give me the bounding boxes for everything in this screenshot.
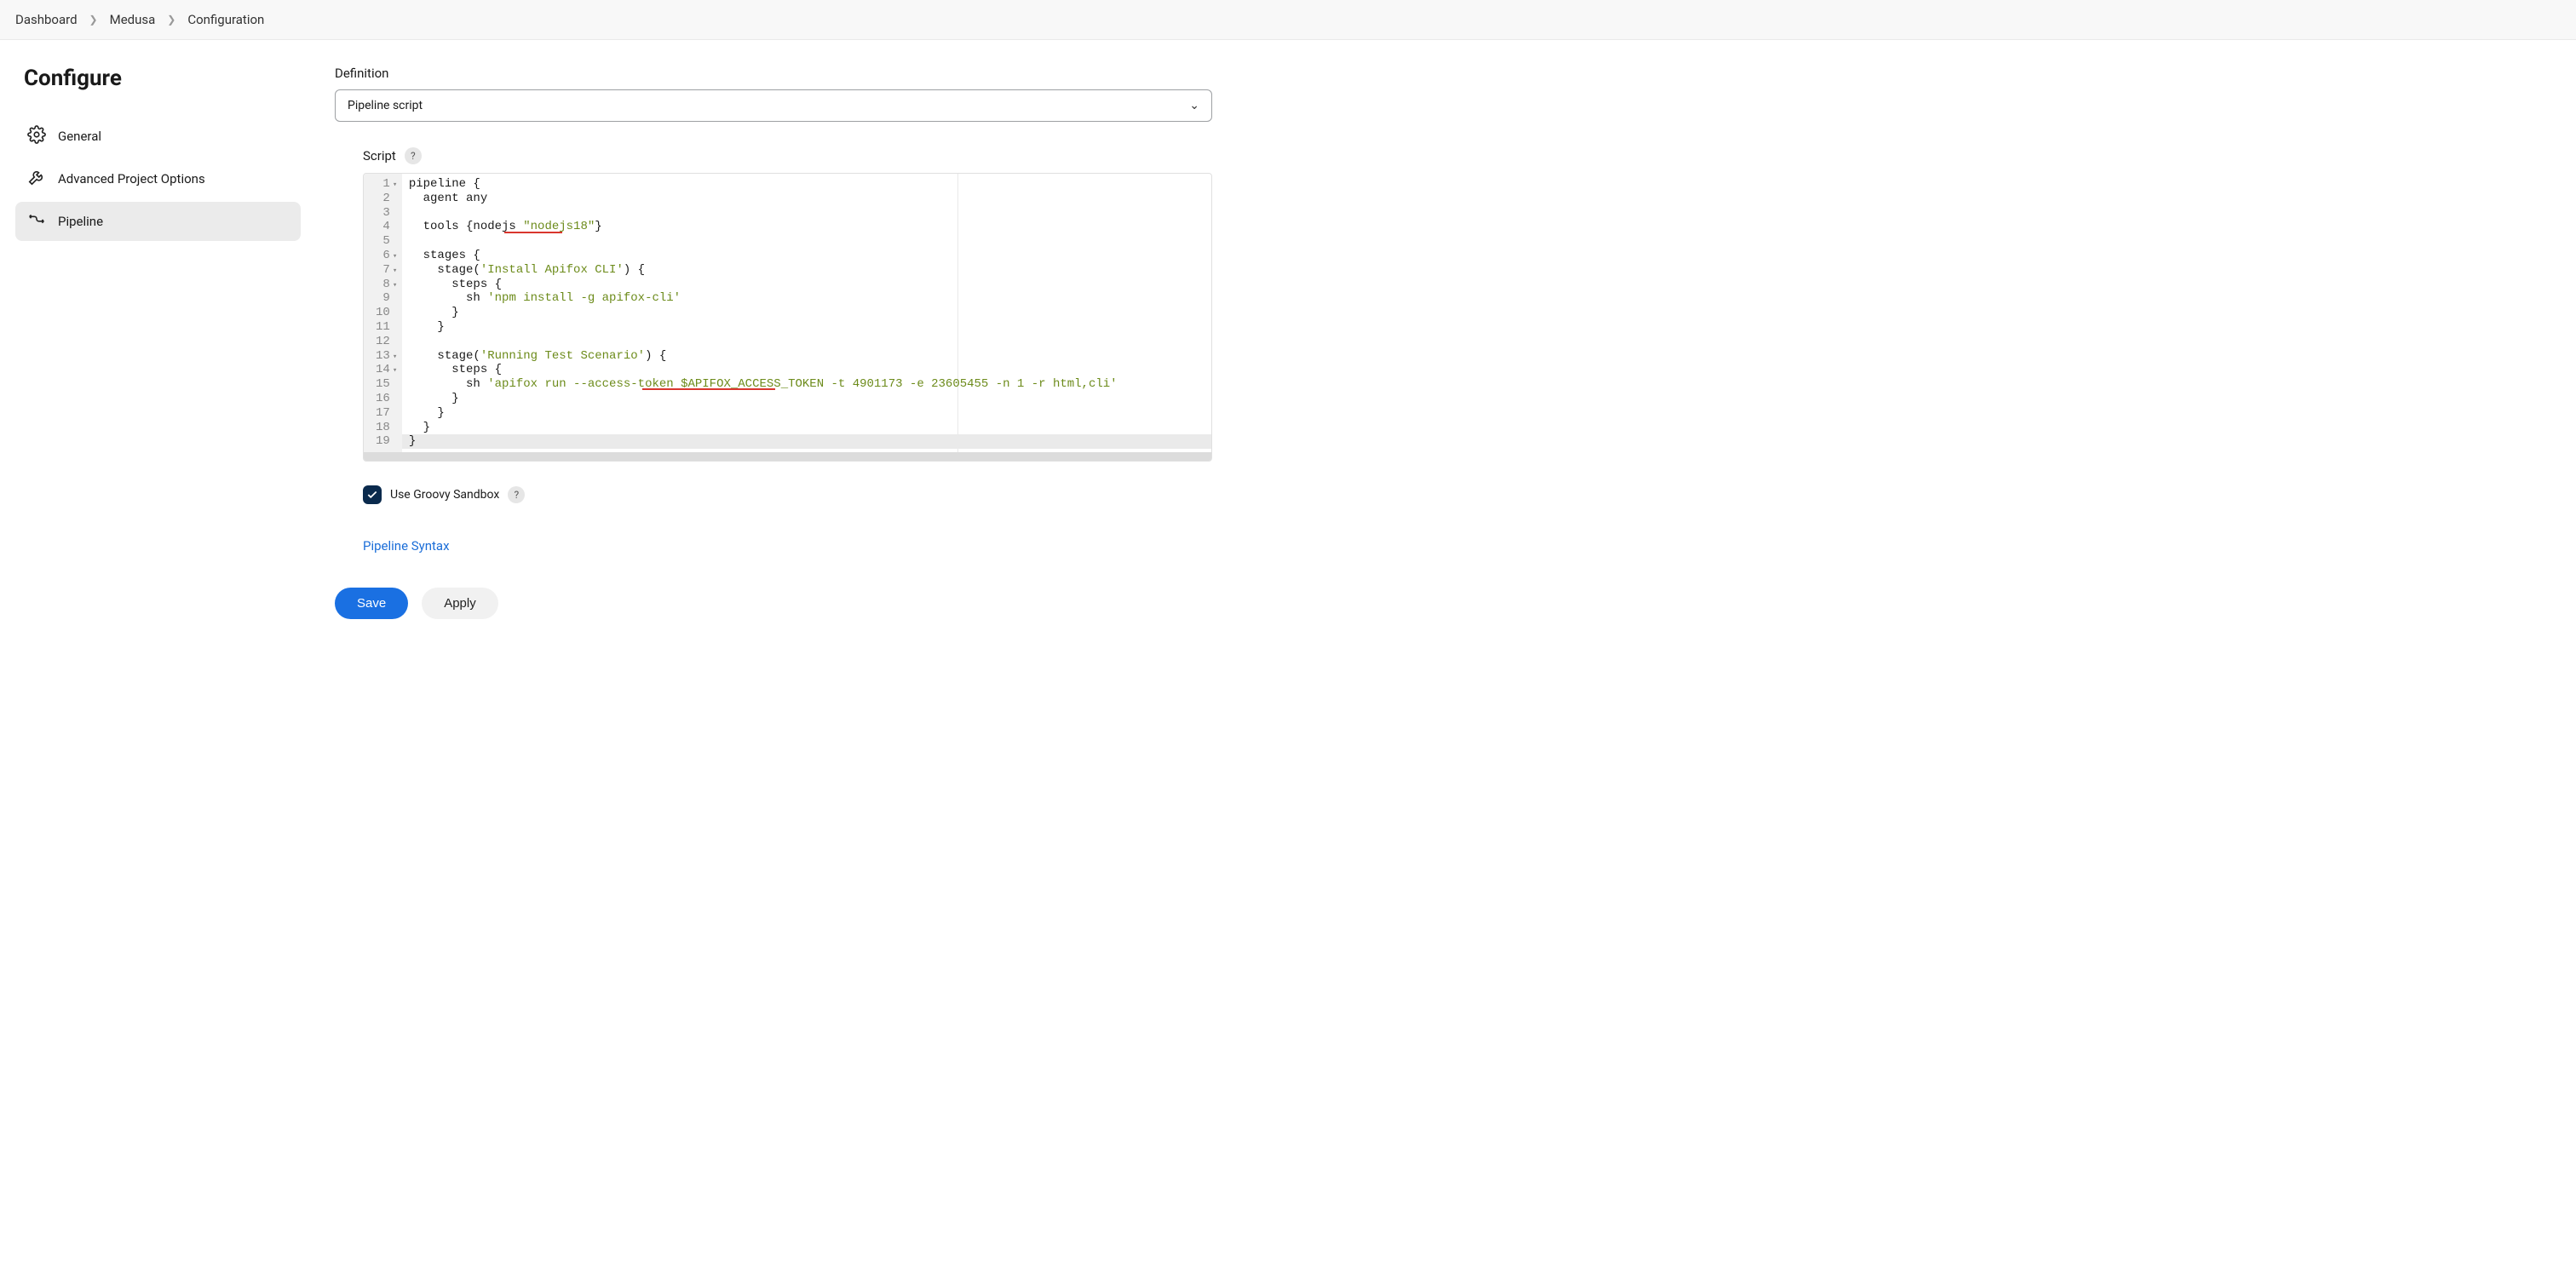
line-number: 3 xyxy=(376,206,397,221)
code-line[interactable] xyxy=(409,234,1205,249)
pipeline-icon xyxy=(27,210,46,232)
definition-selected-value: Pipeline script xyxy=(348,99,423,112)
groovy-sandbox-label: Use Groovy Sandbox xyxy=(390,488,499,502)
code-line[interactable]: agent any xyxy=(409,192,1205,206)
code-line[interactable]: stage('Running Test Scenario') { xyxy=(409,349,1205,364)
code-line[interactable]: } xyxy=(409,320,1205,335)
sidebar-item-general[interactable]: General xyxy=(15,117,301,156)
line-number: 18 xyxy=(376,421,397,435)
code-line[interactable]: } xyxy=(409,306,1205,320)
line-number: 2 xyxy=(376,192,397,206)
line-number: 13▾ xyxy=(376,349,397,364)
sidebar-item-label: General xyxy=(58,129,101,144)
code-line[interactable]: sh 'npm install -g apifox-cli' xyxy=(409,291,1205,306)
breadcrumb-item-project[interactable]: Medusa xyxy=(110,12,156,27)
pipeline-syntax-link[interactable]: Pipeline Syntax xyxy=(363,538,450,554)
line-number: 12 xyxy=(376,335,397,349)
sidebar-item-label: Pipeline xyxy=(58,214,103,229)
breadcrumb: Dashboard ❯ Medusa ❯ Configuration xyxy=(0,0,2576,40)
editor-scrollbar[interactable] xyxy=(364,452,1211,461)
apply-button[interactable]: Apply xyxy=(422,588,498,619)
chevron-down-icon: ⌄ xyxy=(1189,99,1199,112)
gear-icon xyxy=(27,125,46,147)
code-line[interactable]: } xyxy=(402,434,1211,449)
line-number: 6▾ xyxy=(376,249,397,263)
line-number: 17 xyxy=(376,406,397,421)
save-button[interactable]: Save xyxy=(335,588,408,619)
groovy-sandbox-help-icon[interactable]: ? xyxy=(508,486,525,503)
code-line[interactable]: sh 'apifox run --access-token $APIFOX_AC… xyxy=(409,377,1205,392)
line-number: 8▾ xyxy=(376,278,397,292)
groovy-sandbox-checkbox[interactable] xyxy=(363,485,382,504)
code-line[interactable]: steps { xyxy=(409,363,1205,377)
definition-select[interactable]: Pipeline script ⌄ xyxy=(335,89,1212,122)
sidebar-item-label: Advanced Project Options xyxy=(58,171,205,186)
sidebar-item-advanced[interactable]: Advanced Project Options xyxy=(15,159,301,198)
line-number: 4 xyxy=(376,220,397,234)
line-number: 9 xyxy=(376,291,397,306)
line-number: 11 xyxy=(376,320,397,335)
chevron-right-icon: ❯ xyxy=(167,14,175,26)
code-line[interactable]: tools {nodejs "nodejs18"} xyxy=(409,220,1205,234)
line-number: 19 xyxy=(376,434,397,449)
script-label: Script xyxy=(363,148,396,164)
code-line[interactable]: steps { xyxy=(409,278,1205,292)
script-help-icon[interactable]: ? xyxy=(405,147,422,164)
line-number: 16 xyxy=(376,392,397,406)
script-editor[interactable]: 1▾23456▾7▾8▾910111213▾14▾1516171819 pipe… xyxy=(363,173,1212,462)
sidebar-item-pipeline[interactable]: Pipeline xyxy=(15,202,301,241)
code-line[interactable] xyxy=(409,335,1205,349)
breadcrumb-item-configuration[interactable]: Configuration xyxy=(187,12,264,27)
line-number: 7▾ xyxy=(376,263,397,278)
code-line[interactable]: stages { xyxy=(409,249,1205,263)
code-line[interactable]: pipeline { xyxy=(409,177,1205,192)
page-title: Configure xyxy=(15,66,301,91)
line-number: 15 xyxy=(376,377,397,392)
wrench-icon xyxy=(27,168,46,190)
code-line[interactable]: } xyxy=(409,421,1205,435)
code-line[interactable] xyxy=(409,206,1205,221)
line-number: 10 xyxy=(376,306,397,320)
definition-label: Definition xyxy=(335,66,1212,81)
line-number: 14▾ xyxy=(376,363,397,377)
code-line[interactable]: } xyxy=(409,406,1205,421)
sidebar: Configure General Advanced Project Optio… xyxy=(15,66,301,619)
chevron-right-icon: ❯ xyxy=(89,14,98,26)
breadcrumb-item-dashboard[interactable]: Dashboard xyxy=(15,12,78,27)
content: Definition Pipeline script ⌄ Script ? 1▾… xyxy=(335,66,1212,619)
code-line[interactable]: stage('Install Apifox CLI') { xyxy=(409,263,1205,278)
code-line[interactable]: } xyxy=(409,392,1205,406)
editor-gutter: 1▾23456▾7▾8▾910111213▾14▾1516171819 xyxy=(364,174,402,452)
line-number: 1▾ xyxy=(376,177,397,192)
editor-code-area[interactable]: pipeline { agent any tools {nodejs "node… xyxy=(402,174,1211,452)
line-number: 5 xyxy=(376,234,397,249)
